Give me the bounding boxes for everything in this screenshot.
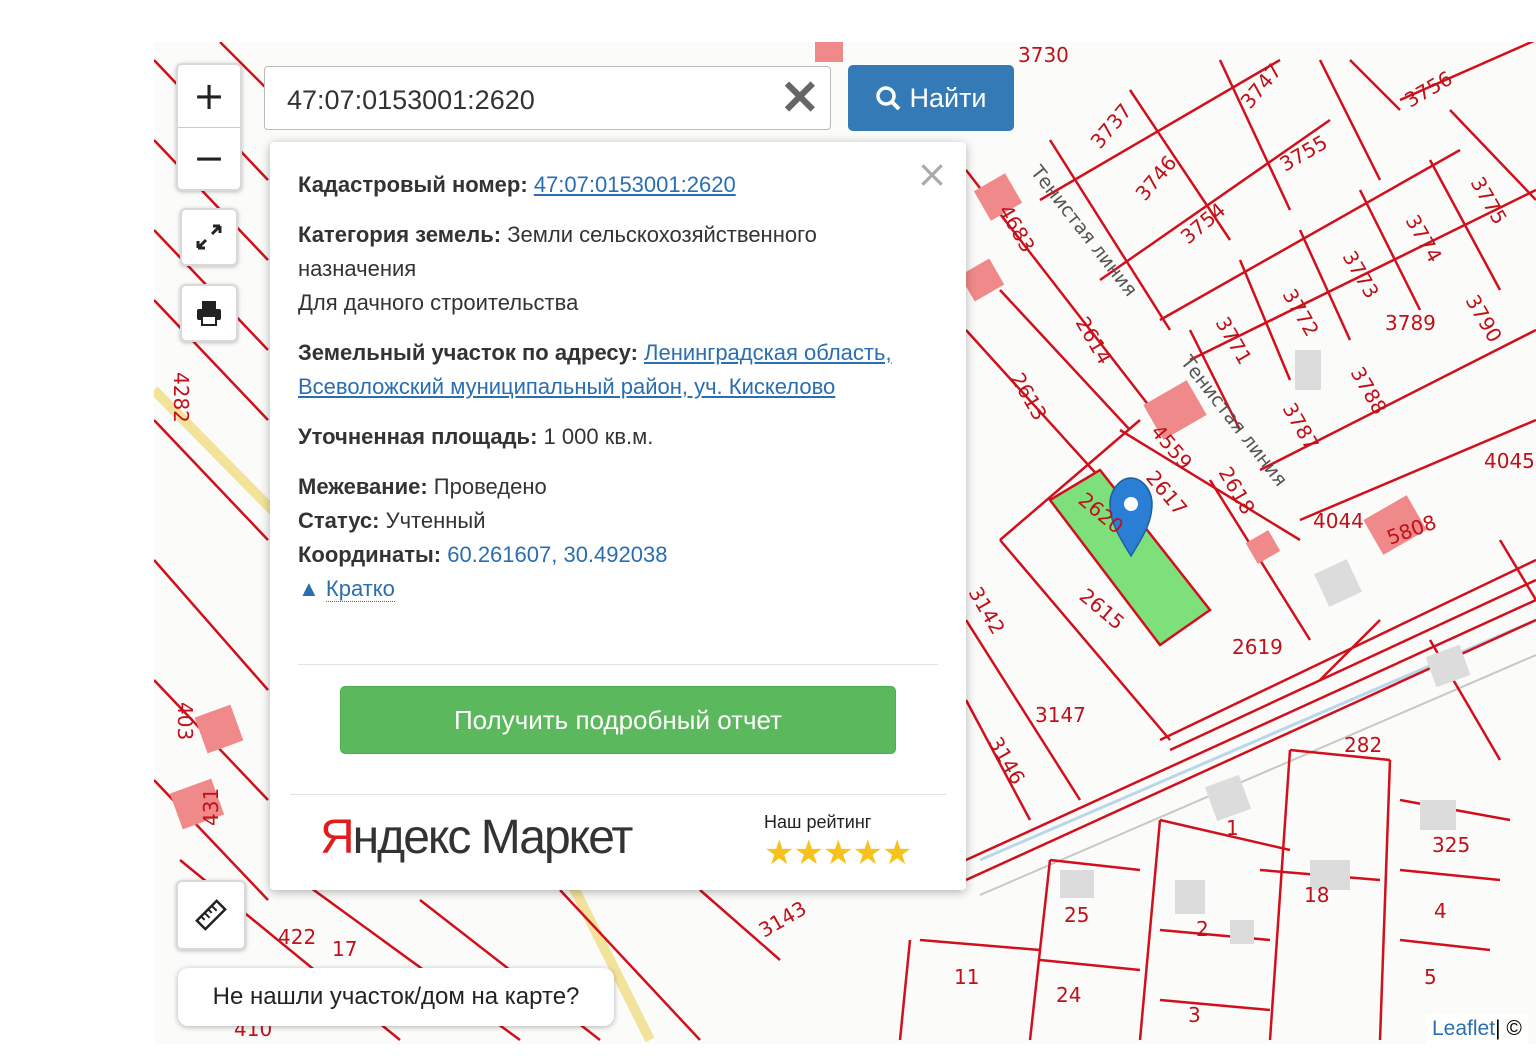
parcel-number-label: 2614 (1071, 313, 1117, 369)
parcel-number-label: 3747 (1235, 59, 1286, 113)
street-label: Тенистая линия (1025, 161, 1141, 301)
coordinates-value: 60.261607, 30.492038 (447, 542, 668, 567)
parcel-number-label: 2 (1196, 917, 1209, 941)
parcel-number-label: 3788 (1346, 363, 1392, 419)
parcel-number-label: 3 (1188, 1003, 1201, 1027)
ruler-button[interactable] (176, 880, 246, 950)
cadastral-number-link[interactable]: 47:07:0153001:2620 (534, 172, 736, 197)
parcel-number-label: 24 (1056, 983, 1081, 1007)
parcel-number-label: 4044 (1313, 509, 1364, 533)
find-button-label: Найти (909, 82, 987, 113)
print-button[interactable] (180, 284, 238, 342)
parcel-number-label: 18 (1304, 883, 1329, 907)
clear-search-icon[interactable]: ✕ (780, 75, 820, 123)
parcel-number-label: 3771 (1211, 313, 1257, 369)
cadastral-label: Кадастровый номер: (298, 172, 528, 197)
search-icon (876, 86, 901, 111)
parcel-number-label: 3147 (1035, 703, 1086, 727)
status-value: Учтенный (385, 508, 486, 533)
attribution-separator: | © (1495, 1017, 1522, 1040)
parcel-number-label: 4045 (1484, 449, 1535, 473)
divider (298, 664, 938, 665)
map-attribution: Leaflet | © (1426, 1014, 1528, 1044)
parcel-number-label: 3773 (1338, 247, 1384, 303)
parcel-number-label: 3754 (1176, 198, 1230, 249)
survey-value: Проведено (433, 474, 547, 499)
parcel-number-label: 422 (278, 925, 316, 949)
parcel-number-label: 25 (1064, 903, 1089, 927)
search-box: ✕ (264, 66, 831, 130)
parcel-number-label: 3730 (1018, 43, 1069, 67)
zoom-in-button[interactable]: + (178, 66, 240, 127)
area-value: 1 000 кв.м. (543, 424, 654, 449)
status-label: Статус: (298, 508, 380, 533)
parcel-number-label: 325 (1432, 833, 1470, 857)
leaflet-link[interactable]: Leaflet (1432, 1017, 1495, 1041)
not-found-button[interactable]: Не нашли участок/дом на карте? (178, 968, 614, 1026)
parcel-number-label: 3143 (755, 896, 811, 942)
area-label: Уточненная площадь: (298, 424, 538, 449)
parcel-number-label: 2613 (1006, 369, 1052, 425)
printer-icon (197, 301, 221, 326)
parcel-number-label: 3746 (1130, 151, 1181, 205)
parcel-number-label: 431 (199, 788, 223, 826)
land-use-value: Для дачного строительства (298, 290, 579, 315)
parcel-number-label: 17 (332, 937, 357, 961)
fullscreen-button[interactable] (180, 208, 238, 266)
category-label: Категория земель: (298, 222, 502, 247)
ruler-icon (195, 899, 227, 931)
parcel-number-label: 4 (1434, 899, 1447, 923)
parcel-number-label: 4683 (994, 201, 1040, 257)
popup-content: Кадастровый номер: 47:07:0153001:2620 Ка… (298, 168, 898, 606)
zoom-out-button[interactable]: − (178, 126, 240, 189)
parcel-number-label: 403 (173, 702, 197, 740)
close-popup-icon[interactable]: × (916, 152, 948, 196)
parcel-number-label: 3756 (1401, 66, 1457, 112)
rating-stars: ★★★★★ (764, 834, 912, 872)
coordinates-label: Координаты: (298, 542, 442, 567)
rating-widget[interactable]: Наш рейтинг ★★★★★ (764, 812, 924, 873)
parcel-number-label: 5 (1424, 965, 1437, 989)
collapse-toggle[interactable]: ▲ Кратко (298, 576, 395, 602)
parcel-info-popup: × Кадастровый номер: 47:07:0153001:2620 … (270, 142, 966, 890)
cadastral-search-input[interactable] (285, 81, 759, 119)
parcel-number-label: 4559 (1146, 420, 1197, 474)
parcel-number-label: 4282 (169, 372, 193, 423)
collapse-label: Кратко (325, 576, 395, 602)
parcel-number-label: 3789 (1385, 311, 1436, 335)
parcel-number-label: 11 (954, 965, 979, 989)
parcel-number-label: 3790 (1461, 291, 1507, 347)
parcel-number-label: 3787 (1278, 399, 1324, 455)
yandex-market-logo[interactable]: Яндекс Маркет (320, 810, 633, 865)
divider (290, 794, 946, 795)
parcel-number-label: 3146 (984, 733, 1030, 789)
find-button[interactable]: Найти (848, 65, 1014, 131)
zoom-control: + − (176, 63, 242, 191)
parcel-number-label: 3142 (964, 583, 1010, 639)
parcel-number-label: 1 (1226, 816, 1239, 840)
rating-label: Наш рейтинг (764, 812, 872, 832)
get-report-button[interactable]: Получить подробный отчет (340, 686, 896, 754)
survey-label: Межевание: (298, 474, 428, 499)
triangle-up-icon: ▲ (298, 576, 320, 601)
address-label: Земельный участок по адресу: (298, 340, 638, 365)
parcel-number-label: 3737 (1085, 99, 1136, 153)
expand-icon (196, 224, 222, 250)
parcel-number-label: 282 (1344, 733, 1382, 757)
parcel-number-label: 2619 (1232, 635, 1283, 659)
